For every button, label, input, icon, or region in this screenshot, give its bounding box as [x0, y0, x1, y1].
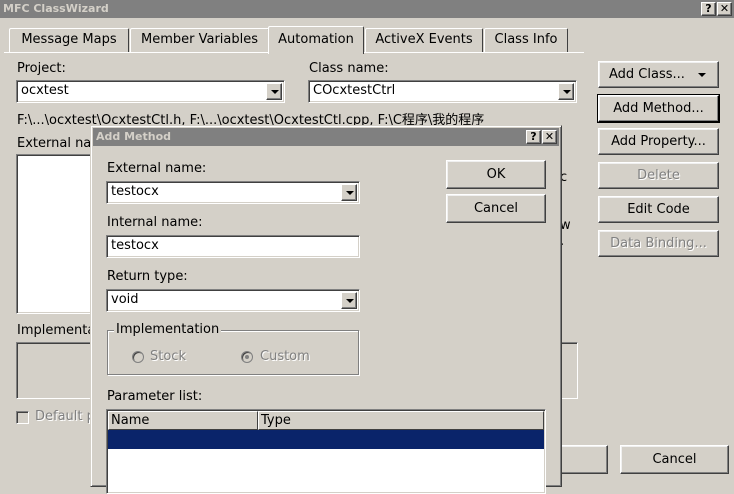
default-property-label: Default p: [35, 409, 95, 424]
return-type-label: Return type:: [107, 269, 188, 284]
tab-panel-edge-right: [364, 52, 584, 53]
internal-name-input[interactable]: testocx: [106, 235, 360, 258]
main-help-button[interactable]: ?: [701, 2, 716, 16]
tab-member-variables[interactable]: Member Variables: [130, 28, 269, 52]
dialog-close-button[interactable]: ✕: [542, 130, 557, 144]
project-combo[interactable]: ocxtest: [16, 80, 285, 103]
dialog-title-bar: Add Method: [93, 128, 559, 146]
chevron-down-icon: [698, 73, 706, 77]
main-cancel-button[interactable]: Cancel: [620, 445, 729, 474]
main-window-title: MFC ClassWizard: [3, 2, 109, 15]
class-name-value: COcxtestCtrl: [313, 83, 396, 98]
implementation-group-label: Implementation: [114, 322, 222, 337]
external-name-combo[interactable]: testocx: [106, 181, 360, 204]
main-close-button[interactable]: ✕: [717, 2, 732, 16]
chevron-down-icon[interactable]: [341, 184, 357, 201]
stock-label: Stock: [150, 349, 186, 364]
class-name-label: Class name:: [309, 61, 389, 76]
project-label: Project:: [17, 61, 66, 76]
project-value: ocxtest: [21, 83, 69, 98]
dialog-help-button[interactable]: ?: [526, 130, 541, 144]
parameter-list[interactable]: Name Type: [106, 409, 546, 494]
external-names-list[interactable]: [16, 154, 96, 314]
main-title-bar: MFC ClassWizard: [0, 0, 734, 18]
add-class-button[interactable]: Add Class...: [598, 61, 719, 88]
edit-code-button[interactable]: Edit Code: [598, 196, 719, 223]
custom-radio[interactable]: [241, 351, 253, 363]
implementation-group: Implementation Stock Custom: [107, 322, 359, 375]
delete-button[interactable]: Delete: [598, 162, 719, 189]
tab-message-maps[interactable]: Message Maps: [9, 28, 129, 52]
chevron-down-icon[interactable]: [266, 83, 282, 100]
custom-label: Custom: [260, 349, 310, 364]
return-type-combo[interactable]: void: [106, 289, 360, 312]
internal-name-label: Internal name:: [107, 215, 203, 230]
tab-class-info[interactable]: Class Info: [484, 28, 568, 52]
external-name-label: External name:: [107, 161, 207, 176]
add-class-label: Add Class...: [609, 67, 685, 82]
dialog-title: Add Method: [96, 130, 172, 143]
add-method-button[interactable]: Add Method...: [597, 94, 720, 123]
column-header-type[interactable]: Type: [258, 411, 544, 430]
internal-name-value: testocx: [111, 238, 159, 253]
tab-activex-events[interactable]: ActiveX Events: [365, 28, 483, 52]
parameter-row-selected[interactable]: [108, 430, 544, 449]
parameter-list-label: Parameter list:: [107, 389, 203, 404]
dialog-ok-button[interactable]: OK: [446, 160, 546, 189]
chevron-down-icon[interactable]: [341, 292, 357, 309]
dialog-cancel-button[interactable]: Cancel: [446, 194, 546, 223]
data-binding-button[interactable]: Data Binding...: [598, 230, 719, 257]
external-name-value: testocx: [111, 184, 159, 199]
default-property-checkbox[interactable]: [16, 411, 29, 424]
external-names-label: External na: [17, 136, 92, 151]
parameter-list-header: Name Type: [108, 411, 544, 430]
class-name-combo[interactable]: COcxtestCtrl: [308, 80, 577, 103]
return-type-value: void: [111, 292, 139, 307]
stock-radio[interactable]: [132, 351, 144, 363]
column-header-name[interactable]: Name: [108, 411, 258, 430]
chevron-down-icon[interactable]: [558, 83, 574, 100]
implementation-label: Implementa: [17, 323, 96, 338]
add-property-button[interactable]: Add Property...: [598, 128, 719, 155]
tab-automation[interactable]: Automation: [268, 26, 364, 54]
add-method-dialog: Add Method ? ✕ External name: testocx In…: [90, 125, 562, 494]
tab-panel-edge: [4, 52, 268, 53]
